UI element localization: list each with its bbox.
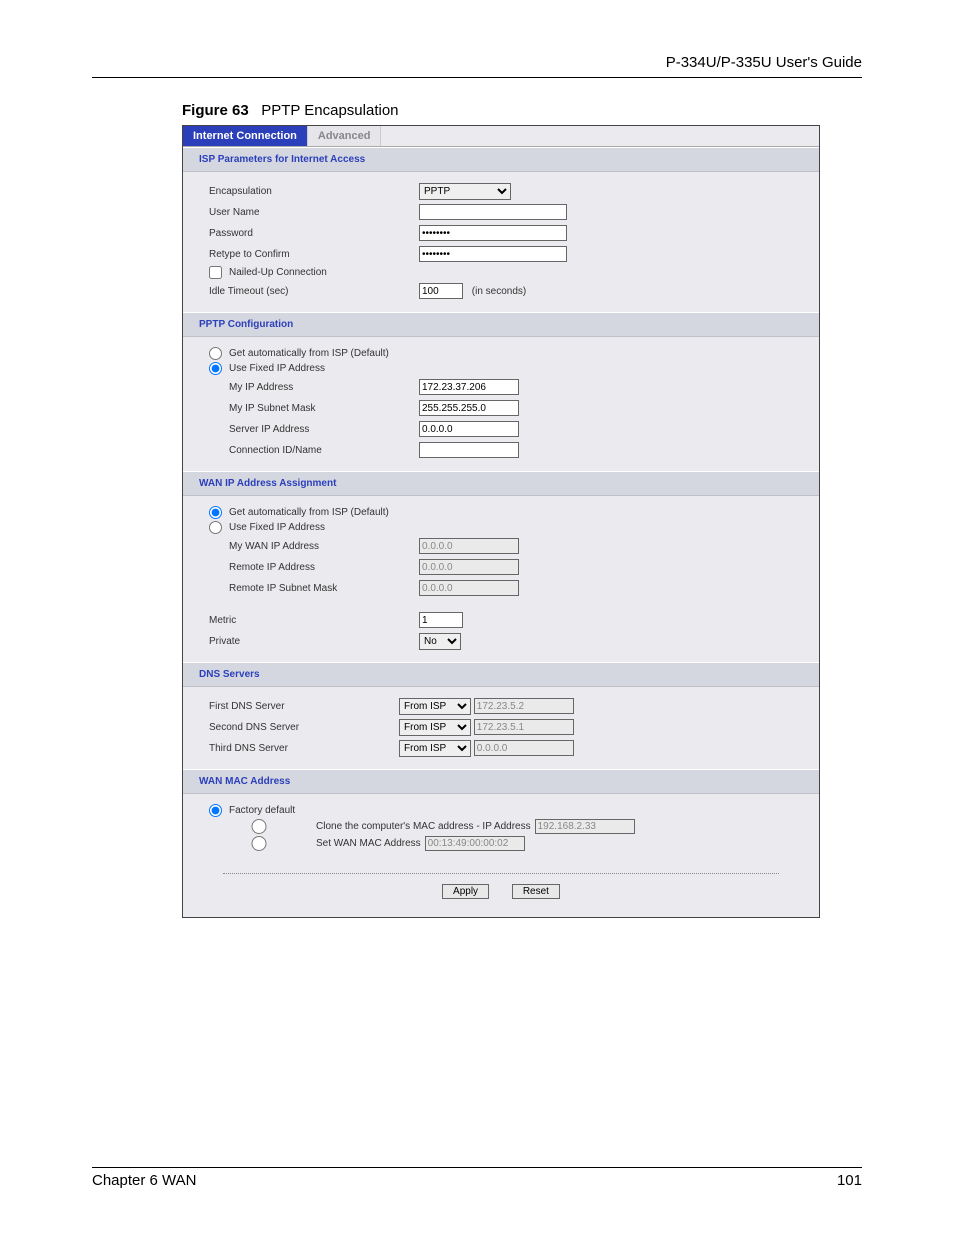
- button-separator: [223, 873, 779, 874]
- nailed-up-checkbox[interactable]: [209, 266, 222, 279]
- mac-factory-radio[interactable]: [209, 804, 222, 817]
- router-config-panel: Internet Connection Advanced ISP Paramet…: [182, 125, 820, 918]
- first-dns-input[interactable]: [474, 698, 574, 714]
- nailed-up-label: Nailed-Up Connection: [229, 267, 327, 278]
- server-ip-label: Server IP Address: [209, 424, 419, 435]
- wan-fixed-radio[interactable]: [209, 521, 222, 534]
- tab-advanced[interactable]: Advanced: [308, 126, 382, 146]
- my-subnet-input[interactable]: [419, 400, 519, 416]
- wan-auto-label: Get automatically from ISP (Default): [229, 507, 389, 518]
- section-mac-header: WAN MAC Address: [183, 769, 819, 794]
- connection-id-input[interactable]: [419, 442, 519, 458]
- username-label: User Name: [209, 207, 419, 218]
- idle-timeout-suffix: (in seconds): [472, 286, 526, 297]
- third-dns-input[interactable]: [474, 740, 574, 756]
- third-dns-label: Third DNS Server: [209, 743, 399, 754]
- page-footer: Chapter 6 WAN 101: [92, 1167, 862, 1189]
- section-pptp-body: Get automatically from ISP (Default) Use…: [183, 337, 819, 471]
- remote-ip-input[interactable]: [419, 559, 519, 575]
- mac-factory-label: Factory default: [229, 805, 295, 816]
- button-row: Apply Reset: [183, 880, 819, 917]
- mac-clone-label: Clone the computer's MAC address - IP Ad…: [316, 821, 531, 832]
- mac-clone-ip-input[interactable]: [535, 819, 635, 834]
- tab-internet-connection[interactable]: Internet Connection: [183, 126, 308, 146]
- second-dns-select[interactable]: From ISP: [399, 719, 471, 736]
- username-input[interactable]: [419, 204, 567, 220]
- pptp-auto-radio[interactable]: [209, 347, 222, 360]
- section-wan-header: WAN IP Address Assignment: [183, 471, 819, 496]
- my-ip-input[interactable]: [419, 379, 519, 395]
- apply-button[interactable]: Apply: [442, 884, 489, 899]
- section-isp-body: Encapsulation PPTP User Name Password Re…: [183, 172, 819, 312]
- footer-rule: [92, 1167, 862, 1168]
- second-dns-label: Second DNS Server: [209, 722, 399, 733]
- figure-title: PPTP Encapsulation: [261, 102, 398, 119]
- remote-ip-label: Remote IP Address: [209, 562, 419, 573]
- my-wan-ip-input[interactable]: [419, 538, 519, 554]
- idle-timeout-label: Idle Timeout (sec): [209, 286, 419, 297]
- mac-clone-radio[interactable]: [209, 819, 309, 834]
- metric-label: Metric: [209, 615, 419, 626]
- idle-timeout-input[interactable]: [419, 283, 463, 299]
- retype-label: Retype to Confirm: [209, 249, 419, 260]
- connection-id-label: Connection ID/Name: [209, 445, 419, 456]
- section-dns-header: DNS Servers: [183, 662, 819, 687]
- figure-label: Figure 63: [182, 102, 249, 119]
- retype-input[interactable]: [419, 246, 567, 262]
- pptp-fixed-radio[interactable]: [209, 362, 222, 375]
- private-select[interactable]: No: [419, 633, 461, 650]
- encapsulation-select[interactable]: PPTP: [419, 183, 511, 200]
- first-dns-label: First DNS Server: [209, 701, 399, 712]
- second-dns-input[interactable]: [474, 719, 574, 735]
- remote-subnet-input[interactable]: [419, 580, 519, 596]
- mac-set-radio[interactable]: [209, 836, 309, 851]
- page-number: 101: [837, 1172, 862, 1189]
- my-subnet-label: My IP Subnet Mask: [209, 403, 419, 414]
- guide-title: P-334U/P-335U User's Guide: [92, 54, 862, 77]
- mac-set-input[interactable]: [425, 836, 525, 851]
- pptp-auto-label: Get automatically from ISP (Default): [229, 348, 389, 359]
- reset-button[interactable]: Reset: [512, 884, 560, 899]
- chapter-label: Chapter 6 WAN: [92, 1172, 196, 1189]
- mac-set-label: Set WAN MAC Address: [316, 838, 421, 849]
- third-dns-select[interactable]: From ISP: [399, 740, 471, 757]
- header-rule: [92, 77, 862, 78]
- metric-input[interactable]: [419, 612, 463, 628]
- first-dns-select[interactable]: From ISP: [399, 698, 471, 715]
- pptp-fixed-label: Use Fixed IP Address: [229, 363, 325, 374]
- tab-bar: Internet Connection Advanced: [183, 126, 819, 147]
- section-pptp-header: PPTP Configuration: [183, 312, 819, 337]
- figure-caption: Figure 63 PPTP Encapsulation: [182, 102, 862, 119]
- section-wan-body: Get automatically from ISP (Default) Use…: [183, 496, 819, 662]
- wan-fixed-label: Use Fixed IP Address: [229, 522, 325, 533]
- section-dns-body: First DNS Server From ISP Second DNS Ser…: [183, 687, 819, 769]
- server-ip-input[interactable]: [419, 421, 519, 437]
- password-input[interactable]: [419, 225, 567, 241]
- section-mac-body: Factory default Clone the computer's MAC…: [183, 794, 819, 863]
- my-ip-label: My IP Address: [209, 382, 419, 393]
- encapsulation-label: Encapsulation: [209, 186, 419, 197]
- remote-subnet-label: Remote IP Subnet Mask: [209, 583, 419, 594]
- password-label: Password: [209, 228, 419, 239]
- section-isp-header: ISP Parameters for Internet Access: [183, 147, 819, 172]
- my-wan-ip-label: My WAN IP Address: [209, 541, 419, 552]
- wan-auto-radio[interactable]: [209, 506, 222, 519]
- private-label: Private: [209, 636, 419, 647]
